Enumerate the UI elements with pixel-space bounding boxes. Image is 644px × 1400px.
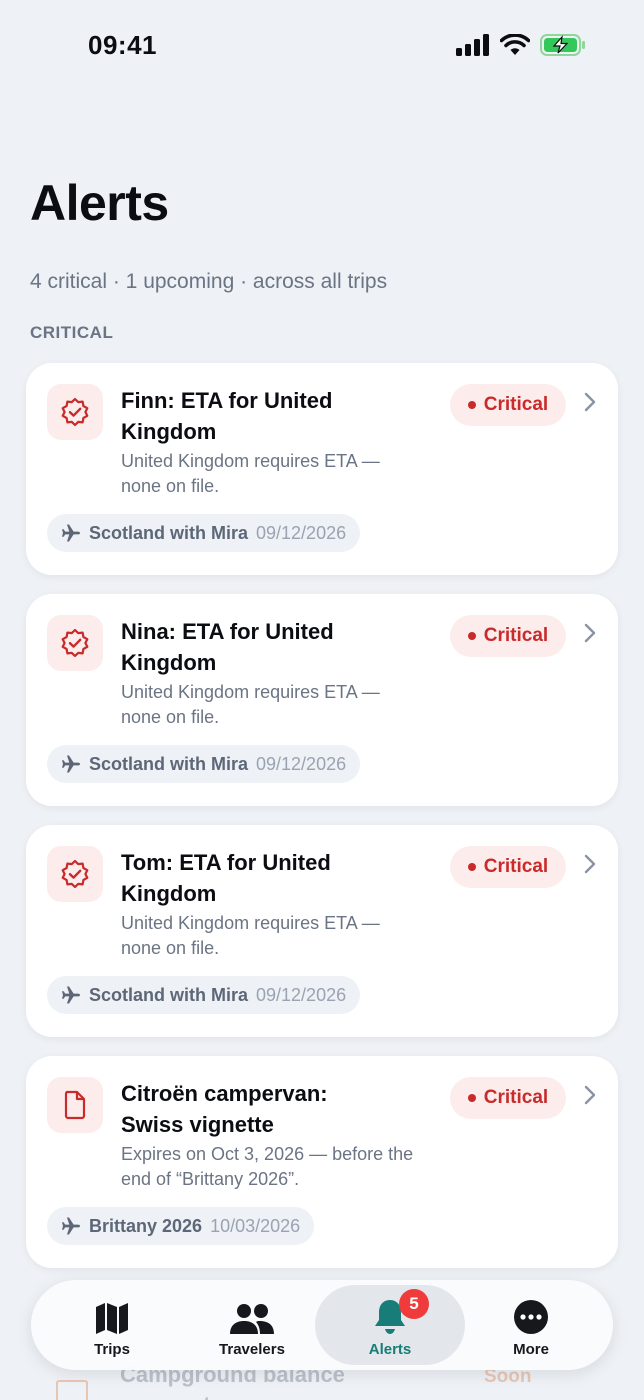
status-icons bbox=[456, 34, 586, 56]
chevron-right-icon bbox=[584, 392, 596, 412]
alert-description: United Kingdom requires ETA — none on fi… bbox=[121, 913, 380, 958]
battery-charging-icon bbox=[540, 34, 585, 56]
trip-chip[interactable]: Scotland with Mira 09/12/2026 bbox=[47, 976, 361, 1014]
airplane-icon bbox=[62, 755, 80, 773]
wifi-icon bbox=[500, 34, 530, 55]
alert-icon-container bbox=[47, 846, 103, 902]
tab-label: More bbox=[513, 1341, 549, 1358]
trip-chip[interactable]: Scotland with Mira 09/12/2026 bbox=[47, 514, 361, 552]
status-dot bbox=[467, 1094, 476, 1102]
trip-name: Scotland with Mira bbox=[89, 753, 249, 774]
trip-chip[interactable]: Scotland with Mira 09/12/2026 bbox=[47, 745, 361, 783]
cellular-signal-icon bbox=[456, 34, 489, 56]
status-bar: 09:41 bbox=[0, 0, 644, 96]
status-badge-label: Critical bbox=[483, 625, 549, 646]
airplane-icon bbox=[62, 524, 80, 542]
trip-name: Scotland with Mira bbox=[89, 984, 249, 1005]
alert-title: Finn: ETA for United Kingdom bbox=[121, 388, 333, 444]
alert-title: Nina: ETA for United Kingdom bbox=[121, 619, 334, 675]
trip-date: 09/12/2026 bbox=[256, 753, 347, 774]
alerts-summary: 4 critical · 1 upcoming · across all tri… bbox=[30, 270, 388, 293]
shield-check-icon bbox=[61, 397, 89, 427]
more-icon bbox=[514, 1300, 548, 1334]
trip-name: Brittany 2026 bbox=[89, 1215, 203, 1236]
alert-card[interactable]: Citroën campervan: Swiss vignette Expire… bbox=[26, 1056, 618, 1268]
status-badge-label: Critical bbox=[483, 394, 549, 415]
trip-chip[interactable]: Brittany 2026 10/03/2026 bbox=[47, 1207, 315, 1245]
status-badge-label: Critical bbox=[483, 856, 549, 877]
alert-card[interactable]: Tom: ETA for United Kingdom United Kingd… bbox=[26, 825, 618, 1037]
trip-date: 09/12/2026 bbox=[256, 984, 347, 1005]
trip-name: Scotland with Mira bbox=[89, 522, 249, 543]
page-title: Alerts bbox=[30, 175, 169, 231]
trip-date: 10/03/2026 bbox=[210, 1215, 301, 1236]
airplane-icon bbox=[62, 986, 80, 1004]
status-time: 09:41 bbox=[88, 30, 157, 60]
tab-alerts[interactable]: Alerts 5 bbox=[315, 1285, 465, 1365]
chevron-right-icon bbox=[584, 623, 596, 643]
status-dot bbox=[467, 401, 476, 409]
tab-more[interactable]: More bbox=[456, 1285, 606, 1365]
alert-description: United Kingdom requires ETA — none on fi… bbox=[121, 451, 380, 496]
alert-description: Expires on Oct 3, 2026 — before the end … bbox=[121, 1144, 414, 1189]
tab-label: Travelers bbox=[219, 1341, 285, 1358]
alert-title: Tom: ETA for United Kingdom bbox=[121, 850, 331, 906]
trip-date: 09/12/2026 bbox=[256, 522, 347, 543]
chevron-right-icon bbox=[584, 1085, 596, 1105]
notification-count-badge: 5 bbox=[399, 1289, 429, 1319]
document-icon bbox=[64, 1090, 86, 1120]
alert-icon-container bbox=[47, 384, 103, 440]
tab-label: Trips bbox=[94, 1341, 130, 1358]
tab-label: Alerts bbox=[368, 1341, 412, 1358]
status-badge: Critical bbox=[450, 615, 566, 657]
section-label-critical: CRITICAL bbox=[30, 323, 114, 342]
people-icon bbox=[230, 1304, 274, 1334]
alert-card[interactable]: Finn: ETA for United Kingdom United King… bbox=[26, 363, 618, 575]
airplane-icon bbox=[62, 1217, 80, 1235]
shield-check-icon bbox=[61, 628, 89, 658]
alert-card[interactable]: Nina: ETA for United Kingdom United King… bbox=[26, 594, 618, 806]
tab-bar: Trips Travelers Alerts 5 More bbox=[31, 1280, 613, 1370]
status-dot bbox=[467, 632, 476, 640]
alert-title: Citroën campervan: Swiss vignette bbox=[121, 1081, 328, 1137]
tab-trips[interactable]: Trips bbox=[37, 1285, 187, 1365]
ticket-icon bbox=[56, 1380, 88, 1400]
status-badge-label: Critical bbox=[483, 1087, 549, 1108]
chevron-right-icon bbox=[584, 854, 596, 874]
status-badge: Critical bbox=[450, 1077, 566, 1119]
status-badge: Critical bbox=[450, 384, 566, 426]
alert-description: United Kingdom requires ETA — none on fi… bbox=[121, 682, 380, 727]
shield-check-icon bbox=[61, 859, 89, 889]
status-dot bbox=[467, 863, 476, 871]
alert-icon-container bbox=[47, 1077, 103, 1133]
tab-travelers[interactable]: Travelers bbox=[177, 1285, 327, 1365]
status-badge: Critical bbox=[450, 846, 566, 888]
map-icon bbox=[96, 1303, 128, 1334]
alert-icon-container bbox=[47, 615, 103, 671]
